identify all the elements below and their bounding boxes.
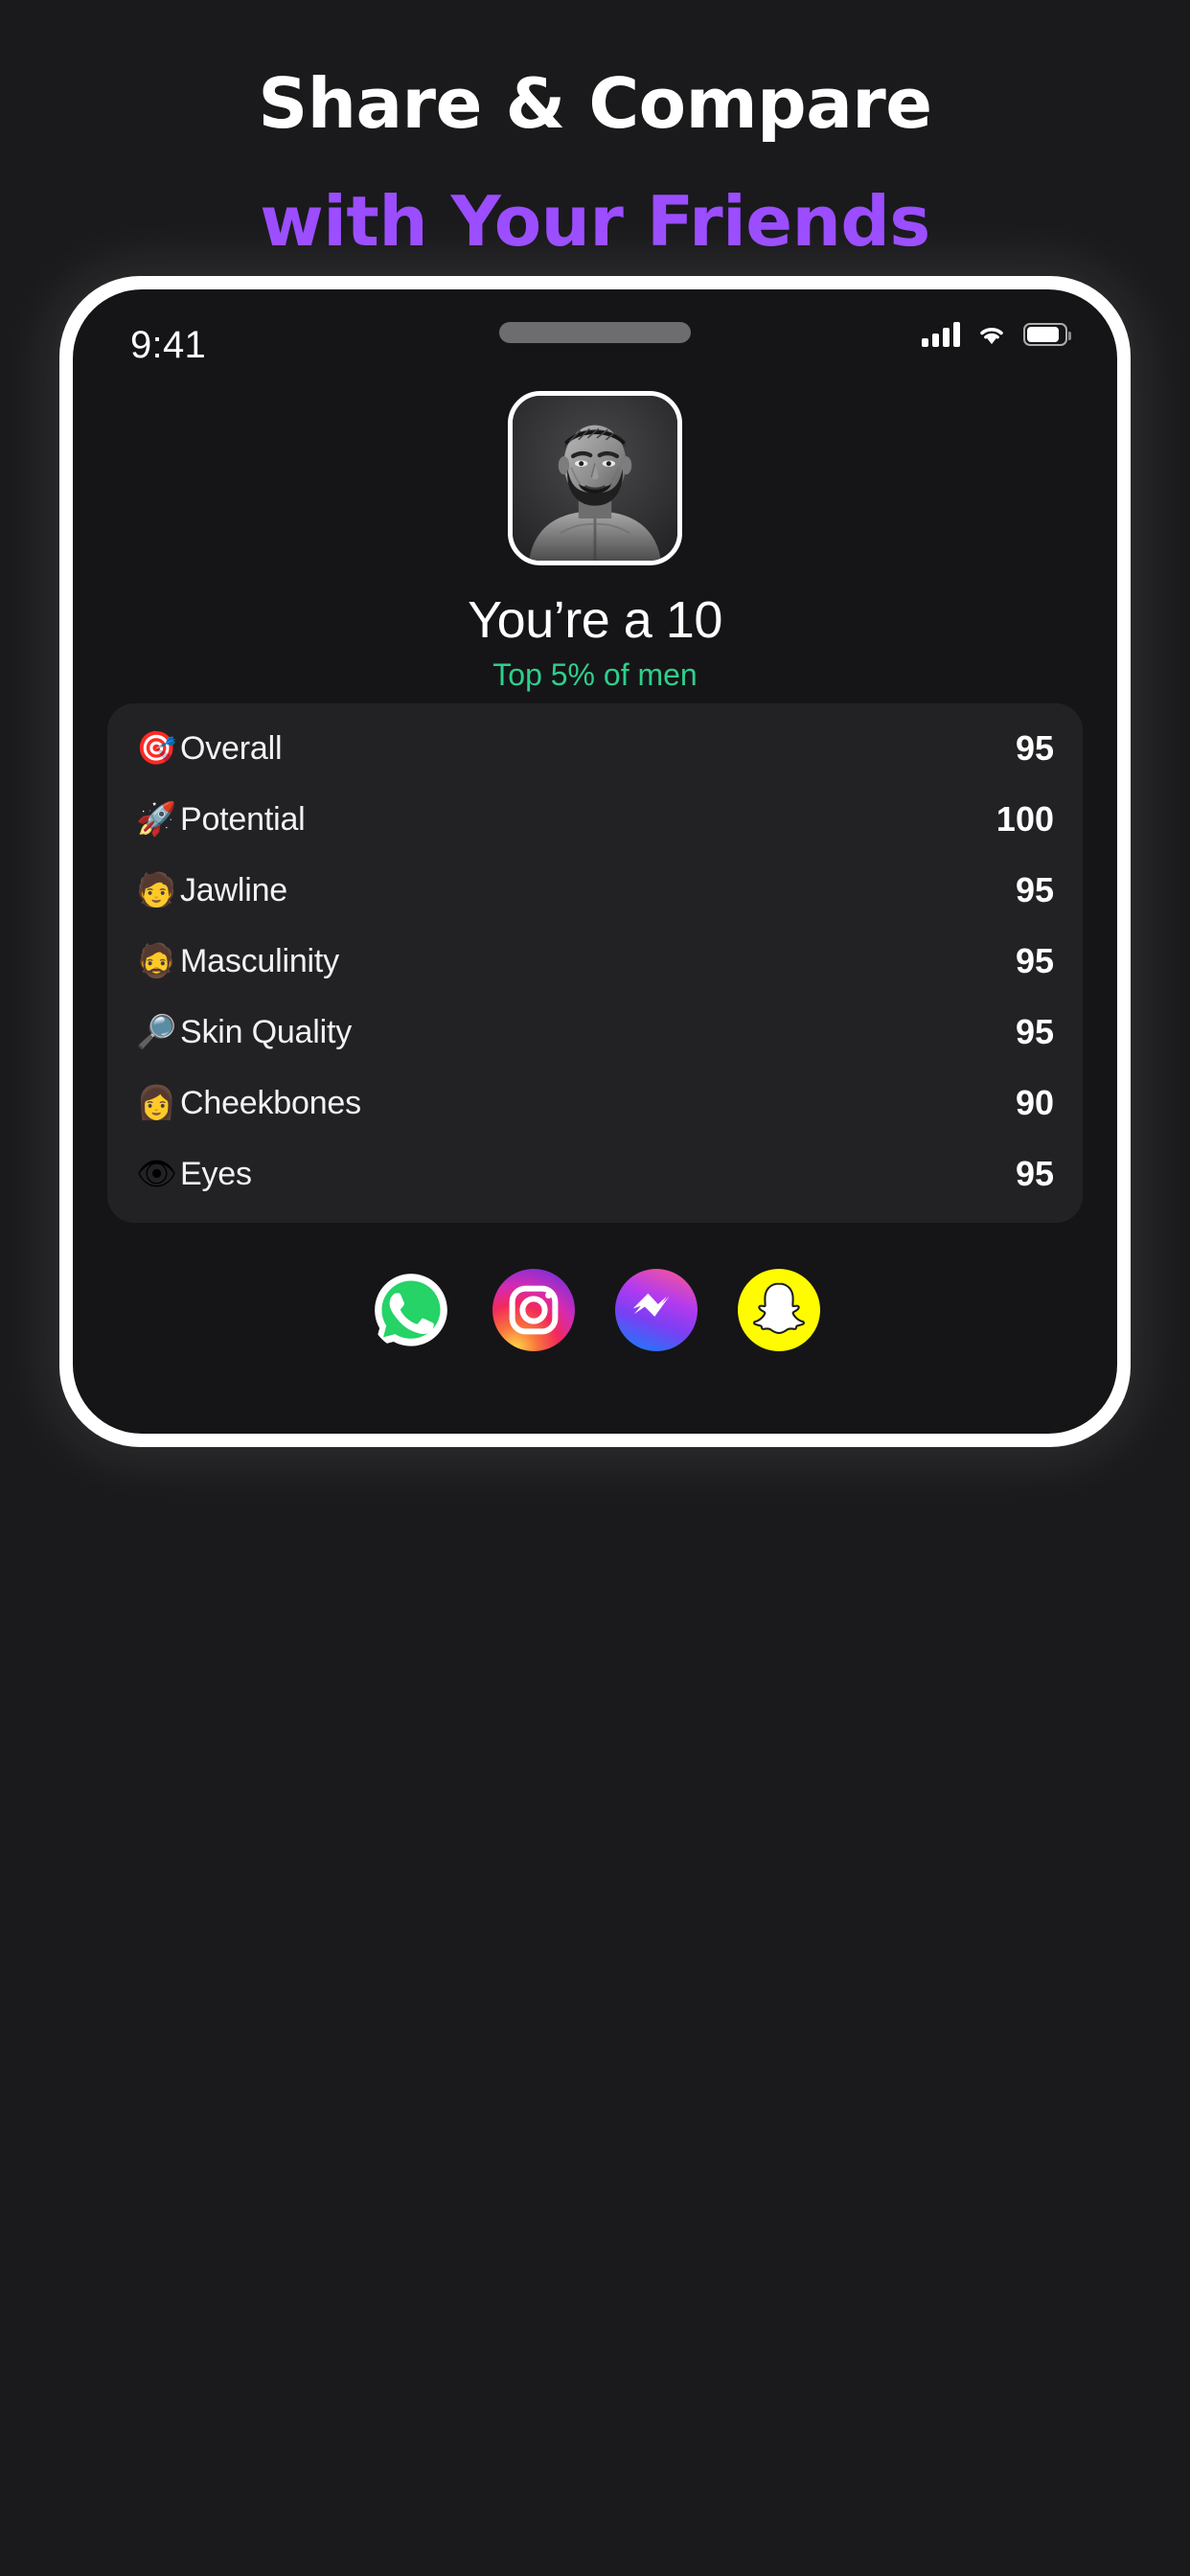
- stat-label: Skin Quality: [180, 1013, 353, 1050]
- stat-value: 95: [1015, 941, 1054, 980]
- eye-icon: 👁: [136, 1155, 178, 1193]
- target-icon: 🎯: [136, 729, 177, 768]
- status-bar: 9:41: [73, 289, 1117, 395]
- stat-label: Jawline: [180, 871, 287, 908]
- battery-icon: [1023, 323, 1071, 346]
- table-row[interactable]: 👩 Cheekbones 90: [136, 1068, 1054, 1138]
- table-row[interactable]: 🚀 Potential 100: [136, 784, 1054, 855]
- stat-label: Eyes: [180, 1155, 252, 1192]
- headline-line-1: Share & Compare: [258, 63, 932, 144]
- face-profile-icon: 🧑: [136, 871, 177, 909]
- whatsapp-icon: [374, 1274, 447, 1347]
- share-row: [73, 1269, 1117, 1351]
- cheeks-face-icon: 👩: [136, 1084, 177, 1122]
- skin-magnifier-icon: 🔎: [136, 1013, 177, 1051]
- instagram-share-button[interactable]: [492, 1269, 575, 1351]
- table-row[interactable]: 🎯 Overall 95: [136, 713, 1054, 784]
- table-row[interactable]: 🧑 Jawline 95: [136, 855, 1054, 926]
- stat-label: Cheekbones: [180, 1084, 361, 1121]
- promo-screenshot: Share & Compare with Your Friends 9:41 Y…: [0, 0, 1190, 2576]
- stat-label: Potential: [180, 800, 306, 838]
- status-icons: [922, 322, 1071, 347]
- cellular-signal-icon: [922, 322, 960, 347]
- wifi-icon: [980, 328, 1003, 345]
- status-time: 9:41: [130, 324, 207, 366]
- stat-value: 95: [1015, 1154, 1054, 1193]
- notch-pill: [499, 322, 691, 343]
- snapchat-share-button[interactable]: [738, 1269, 820, 1351]
- headline-line-2: with Your Friends: [260, 180, 930, 262]
- instagram-icon: [509, 1285, 559, 1335]
- bearded-man-icon: 🧔: [136, 942, 177, 980]
- table-row[interactable]: 🔎 Skin Quality 95: [136, 997, 1054, 1068]
- rocket-icon: 🚀: [136, 800, 177, 839]
- snapchat-icon: [753, 1282, 805, 1334]
- stat-value: 100: [995, 799, 1054, 839]
- table-row[interactable]: 👁 Eyes 95: [136, 1138, 1054, 1209]
- table-row[interactable]: 🧔 Masculinity 95: [136, 926, 1054, 997]
- stat-value: 95: [1015, 1012, 1054, 1051]
- messenger-share-button[interactable]: [615, 1269, 698, 1351]
- stat-value: 90: [1015, 1083, 1054, 1122]
- phone-screen: 9:41 You’re a 10 Top 5% of men 🎯 Overall…: [73, 289, 1117, 1434]
- stat-value: 95: [1015, 728, 1054, 768]
- messenger-icon: [632, 1293, 670, 1317]
- whatsapp-share-button[interactable]: [370, 1269, 452, 1351]
- avatar: [508, 391, 682, 565]
- score-title: You’re a 10: [468, 591, 722, 649]
- score-subtitle: Top 5% of men: [492, 657, 698, 692]
- avatar-photo: [513, 396, 677, 561]
- stat-label: Masculinity: [180, 942, 339, 979]
- headline: Share & Compare with Your Friends: [0, 63, 1190, 263]
- stat-label: Overall: [180, 729, 283, 767]
- stat-value: 95: [1015, 870, 1054, 909]
- stats-card: 🎯 Overall 95 🚀 Potential 100 🧑 Jawline 9…: [107, 703, 1083, 1223]
- phone-frame: 9:41 You’re a 10 Top 5% of men 🎯 Overall…: [59, 276, 1131, 1447]
